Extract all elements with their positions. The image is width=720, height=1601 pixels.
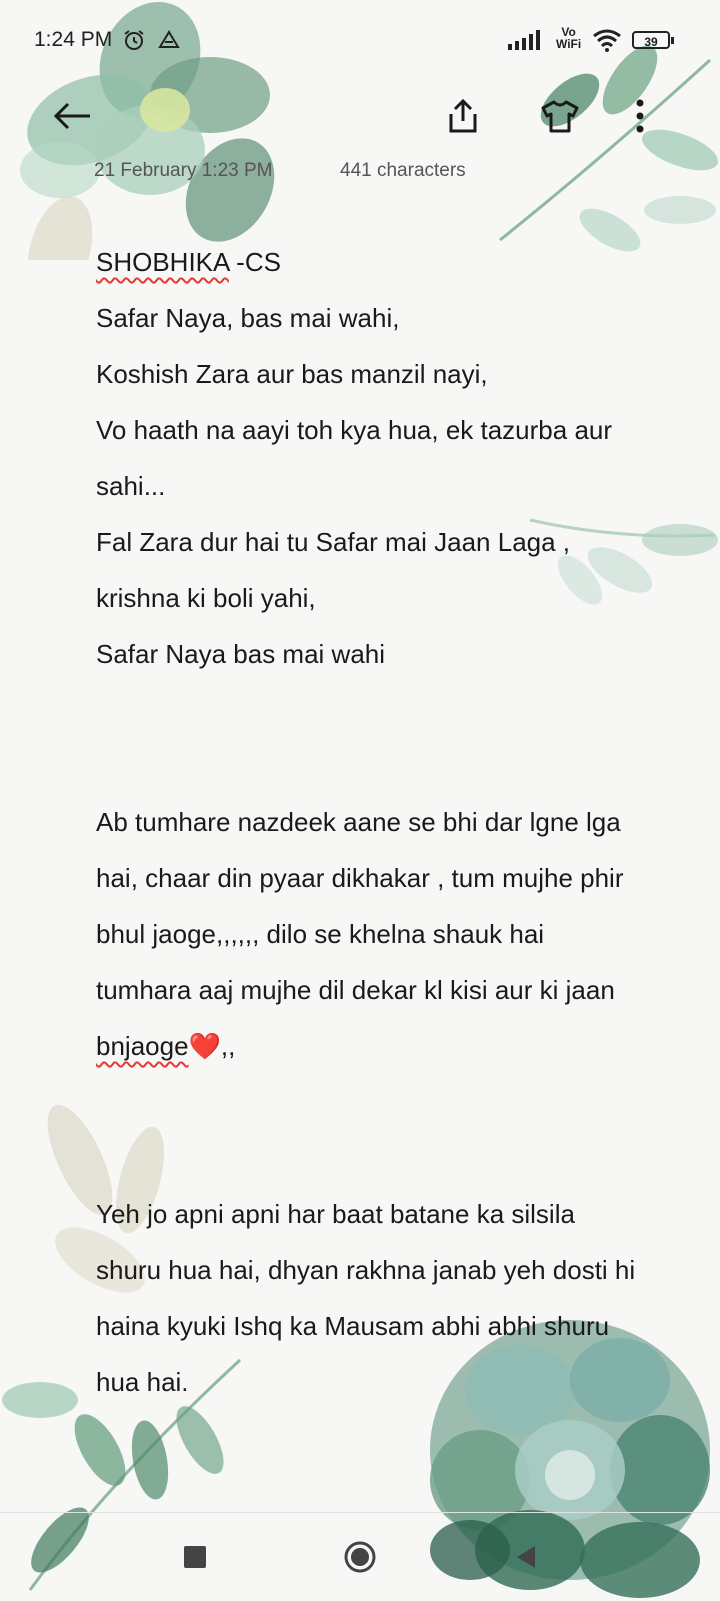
note-line: Safar Naya bas mai wahi	[96, 639, 386, 669]
circle-icon	[343, 1540, 377, 1579]
back-nav-button[interactable]	[497, 1531, 553, 1587]
note-line: Fal Zara dur hai tu Safar mai Jaan Laga …	[96, 527, 571, 613]
theme-button[interactable]	[532, 90, 588, 146]
home-button[interactable]	[332, 1531, 388, 1587]
note-line: Vo haath na aayi toh kya hua, ek tazurba…	[96, 415, 613, 501]
arrow-left-icon	[52, 101, 92, 136]
recents-button[interactable]	[167, 1531, 223, 1587]
navigation-bar	[0, 1512, 720, 1601]
battery-indicator: 39	[632, 31, 674, 49]
vowifi-indicator: Vo WiFi	[556, 25, 582, 51]
note-paragraph: Yeh jo apni apni har baat batane ka sils…	[96, 1199, 636, 1397]
note-date: 21 February 1:23 PM	[94, 160, 273, 181]
share-button[interactable]	[435, 90, 491, 146]
alarm-icon	[122, 28, 146, 57]
character-count: 441 characters	[340, 160, 466, 181]
status-time: 1:24 PM	[34, 28, 113, 51]
status-bar: 1:24 PM Vo WiFi 39	[0, 0, 720, 84]
shirt-icon	[541, 99, 579, 138]
square-icon	[184, 1545, 206, 1573]
note-title: SHOBHIKA -CS	[96, 247, 281, 277]
more-vertical-icon	[635, 99, 645, 138]
note-line: Safar Naya, bas mai wahi,	[96, 303, 400, 333]
signal-icon	[508, 30, 542, 55]
more-options-button[interactable]	[612, 90, 668, 146]
triangle-back-icon	[513, 1544, 537, 1575]
note-paragraph: Ab tumhare nazdeek aane se bhi dar lgne …	[96, 807, 624, 1061]
note-line: Koshish Zara aur bas manzil nayi,	[96, 359, 488, 389]
drive-icon	[158, 29, 180, 56]
note-body[interactable]: SHOBHIKA -CS Safar Naya, bas mai wahi, K…	[96, 234, 636, 1410]
back-button[interactable]	[44, 90, 100, 146]
share-icon	[447, 98, 479, 139]
wifi-icon	[592, 28, 622, 57]
